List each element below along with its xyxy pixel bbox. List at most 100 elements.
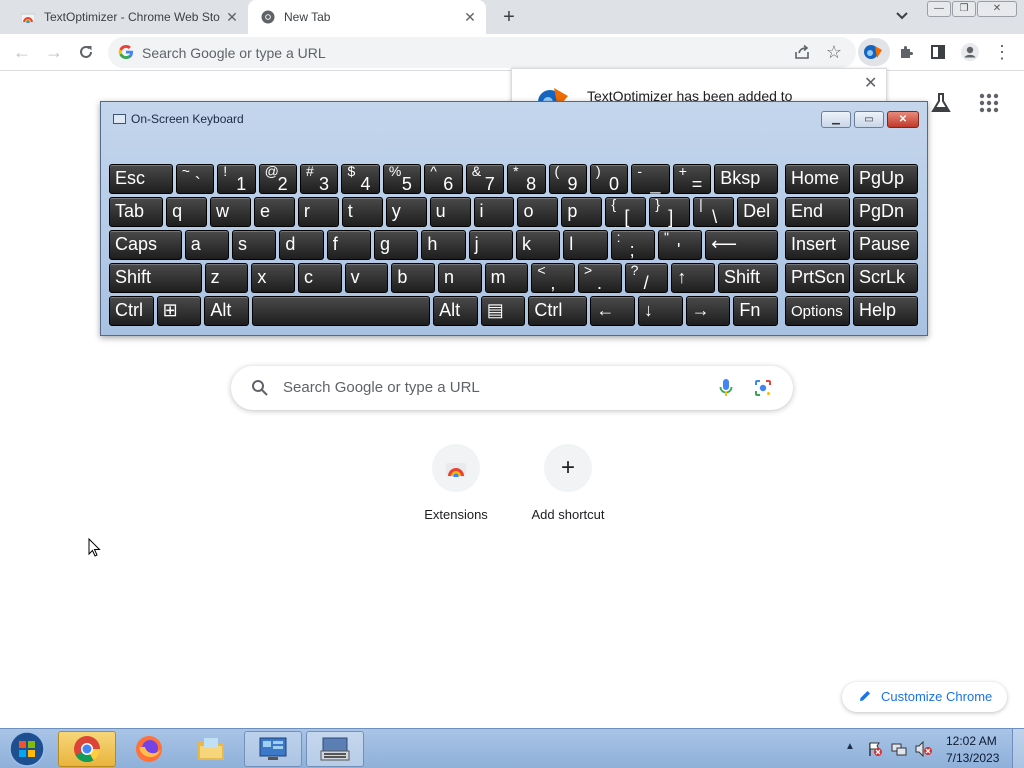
key-home[interactable]: Home: [785, 164, 850, 194]
taskbar-on-screen-keyboard-icon[interactable]: [306, 731, 364, 767]
key-l[interactable]: l: [563, 230, 608, 260]
key-ampersand[interactable]: & 7: [465, 163, 505, 194]
key-lbrace[interactable]: {[: [605, 196, 647, 227]
key-space[interactable]: [251, 296, 431, 326]
key-lparen[interactable]: (9: [548, 163, 587, 194]
key-n[interactable]: n: [438, 263, 482, 293]
key-shift[interactable]: Shift: [718, 263, 778, 293]
key-shift[interactable]: Shift: [109, 263, 202, 293]
key-colon[interactable]: :;: [610, 229, 655, 260]
taskbar-explorer-icon[interactable]: [182, 731, 240, 767]
show-desktop-button[interactable]: [1012, 729, 1024, 768]
key-x[interactable]: x: [251, 263, 295, 293]
key-y[interactable]: y: [385, 197, 427, 227]
key-percent[interactable]: % 5: [382, 163, 422, 194]
key-q[interactable]: q: [166, 197, 207, 227]
reload-icon[interactable]: [74, 40, 98, 64]
taskbar-chrome-icon[interactable]: [58, 731, 116, 767]
key-asterisk[interactable]: * 8: [507, 163, 546, 194]
key-g[interactable]: g: [374, 230, 419, 260]
add-shortcut-button[interactable]: + Add shortcut: [512, 444, 624, 534]
customize-chrome-button[interactable]: Customize Chrome: [842, 682, 1007, 712]
key-bksp[interactable]: Bksp: [714, 164, 778, 194]
key-rbrace[interactable]: }]: [649, 196, 691, 227]
key-exclaim[interactable]: ! 1: [217, 163, 256, 194]
on-screen-keyboard-window[interactable]: On-Screen Keyboard ▁ ▭ ✕ Esc ~ `! 1 @2 #3 $4% 5…: [100, 101, 928, 336]
key-lt[interactable]: <,: [531, 262, 575, 293]
start-button[interactable]: [6, 730, 48, 768]
chrome-labs-flask-icon[interactable]: [930, 92, 954, 116]
profile-avatar-icon[interactable]: [958, 40, 982, 64]
key-rparen[interactable]: ) 0: [589, 163, 629, 194]
key-w[interactable]: w: [210, 197, 251, 227]
google-apps-grid-icon[interactable]: [979, 93, 1001, 115]
side-panel-icon[interactable]: [926, 40, 950, 64]
key-options[interactable]: Options: [785, 296, 850, 326]
key-plus[interactable]: + =: [672, 163, 712, 194]
key-gt[interactable]: >.: [578, 262, 622, 293]
bookmark-star-icon[interactable]: ☆: [822, 40, 846, 64]
key-hash[interactable]: #3: [300, 163, 339, 194]
clock-date[interactable]: 7/13/2023: [946, 751, 999, 765]
action-center-flag-icon[interactable]: [867, 741, 883, 757]
clock-time[interactable]: 12:02 AM: [946, 734, 997, 748]
key-esc[interactable]: Esc: [109, 164, 173, 194]
shortcut-extensions[interactable]: Extensions: [400, 444, 512, 534]
key-right[interactable]: →: [685, 296, 731, 326]
key-scrlk[interactable]: ScrLk: [853, 263, 918, 293]
back-arrow-icon[interactable]: ←: [10, 40, 34, 64]
key-pause[interactable]: Pause: [853, 230, 918, 260]
key-j[interactable]: j: [468, 230, 513, 260]
key-fn[interactable]: Fn: [733, 296, 778, 326]
key-tab[interactable]: Tab: [109, 197, 164, 227]
key-left[interactable]: ←: [590, 296, 636, 326]
key-a[interactable]: a: [184, 230, 230, 260]
key-m[interactable]: m: [484, 263, 529, 293]
tab-textoptimizer[interactable]: TextOptimizer - Chrome Web Sto ✕: [0, 0, 248, 34]
key-end[interactable]: End: [785, 197, 850, 227]
key-u[interactable]: u: [429, 197, 471, 227]
key-p[interactable]: p: [561, 197, 603, 227]
taskbar-firefox-icon[interactable]: [120, 731, 178, 767]
key-z[interactable]: z: [204, 263, 249, 293]
key-alt[interactable]: Alt: [433, 296, 478, 326]
key-question[interactable]: ? /: [624, 262, 669, 293]
key-enter[interactable]: ⟵: [705, 230, 778, 260]
key-caps[interactable]: Caps: [109, 230, 182, 260]
close-tab-icon[interactable]: ✕: [224, 9, 240, 25]
key-caret[interactable]: ^ 6: [424, 163, 463, 194]
volume-muted-icon[interactable]: [915, 740, 932, 758]
key-h[interactable]: h: [421, 230, 466, 260]
tab-new-tab[interactable]: New Tab ✕: [248, 0, 486, 34]
key-f[interactable]: f: [326, 230, 371, 260]
key-r[interactable]: r: [297, 197, 339, 227]
key-ctrl[interactable]: Ctrl: [109, 296, 154, 326]
key-tilde[interactable]: ~ `: [175, 163, 215, 194]
key-b[interactable]: b: [391, 263, 435, 293]
key-help[interactable]: Help: [853, 296, 918, 326]
textoptimizer-extension-icon[interactable]: [858, 38, 890, 66]
key-pipe[interactable]: | \: [693, 196, 735, 227]
show-hidden-icons-icon[interactable]: ▲: [845, 741, 855, 752]
network-icon[interactable]: [891, 741, 907, 757]
key-c[interactable]: c: [298, 263, 342, 293]
chrome-menu-icon[interactable]: ⋮: [990, 40, 1014, 64]
tab-search-icon[interactable]: [895, 8, 915, 26]
key-prtscn[interactable]: PrtScn: [785, 263, 850, 293]
key-windows[interactable]: ⊞: [156, 296, 202, 326]
minimize-window-button[interactable]: —: [927, 1, 951, 17]
key-up[interactable]: ↑: [671, 263, 715, 293]
osk-minimize-button[interactable]: ▁: [821, 111, 851, 128]
key-del[interactable]: Del: [737, 197, 778, 227]
key-down[interactable]: ↓: [638, 296, 683, 326]
key-pgdn[interactable]: PgDn: [853, 197, 918, 227]
key-at[interactable]: @2: [258, 163, 298, 194]
taskbar-control-panel-icon[interactable]: [244, 731, 302, 767]
restore-window-button[interactable]: ❐: [952, 1, 976, 17]
ntp-search-box[interactable]: Search Google or type a URL: [231, 366, 793, 410]
key-insert[interactable]: Insert: [785, 230, 850, 260]
key-o[interactable]: o: [517, 197, 559, 227]
key-i[interactable]: i: [473, 197, 515, 227]
key-t[interactable]: t: [341, 197, 383, 227]
new-tab-button[interactable]: +: [498, 6, 520, 28]
